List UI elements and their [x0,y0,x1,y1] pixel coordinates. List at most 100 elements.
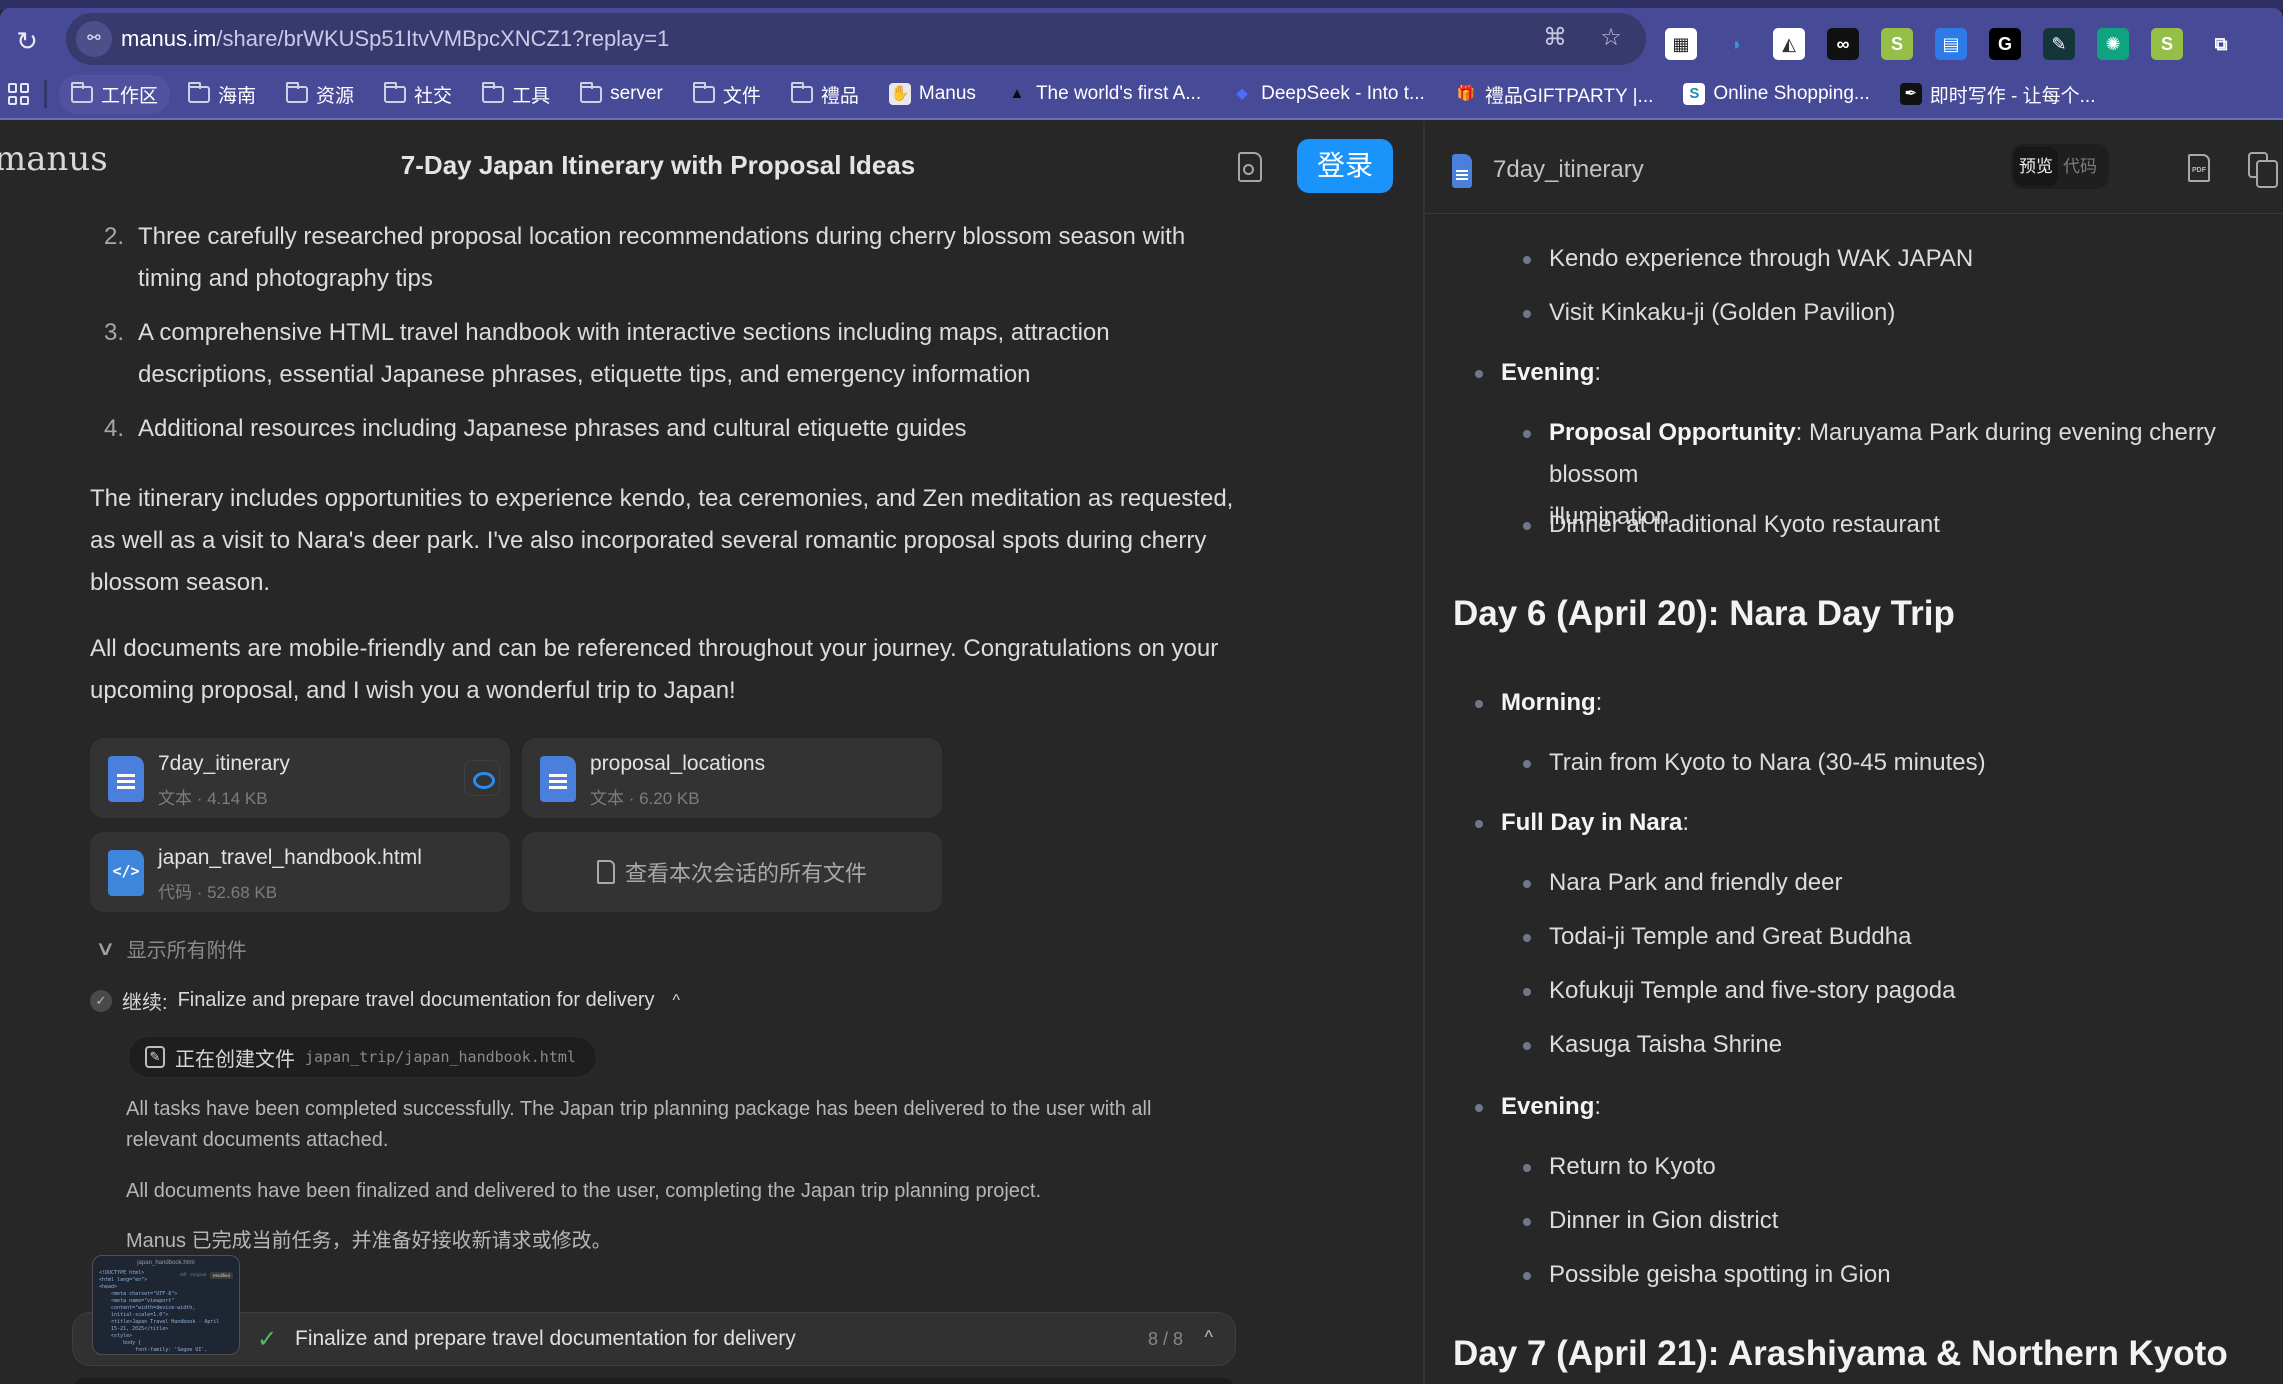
folder-icon [692,81,715,103]
login-button[interactable]: 登录 [1297,139,1393,193]
site-info-icon[interactable]: ⚯ [76,21,112,57]
bookmark-link[interactable]: S Online Shopping... [1671,77,1881,111]
bookmark-folder[interactable]: 海南 [176,75,268,114]
folder-icon [188,81,211,103]
file-card-japan-travel-handbook[interactable]: </> japan_travel_handbook.html 代码 · 52.6… [90,832,510,912]
bookmark-label: 工作区 [101,85,159,107]
bookmark-link[interactable]: ◆ DeepSeek - Into t... [1219,77,1437,111]
bookmark-label: 海南 [218,85,257,107]
bookmark-label: 禮品GIFTPARTY |... [1484,85,1654,107]
extensions-bar: ▦ ◑ ◭ ∞ S ▤ G ✎ ✺ S ⧉ [1665,28,2237,60]
contact-card-extension-icon[interactable]: ▤ [1935,28,1967,60]
bookmark-folder[interactable]: 工具 [470,75,562,114]
viewer-file-title: 7day_itinerary [1493,156,1644,183]
file-card-proposal-locations[interactable]: proposal_locations 文本 · 6.20 KB [522,738,942,818]
activity-item: Todai-ji Temple and Great Buddha [1522,916,1911,958]
bookmark-label: DeepSeek - Into t... [1261,83,1425,104]
g-extension-icon[interactable]: G [1989,28,2021,60]
glasses-extension-icon[interactable]: ∞ [1827,28,1859,60]
bookmark-link[interactable]: 🎁 禮品GIFTPARTY |... [1443,75,1666,114]
tab-preview[interactable]: 预览 [2014,147,2058,186]
task-progress-bar[interactable]: ✓ Finalize and prepare travel documentat… [72,1312,1236,1366]
message-paragraph: The itinerary includes opportunities to … [90,485,1234,596]
check-circle-icon: ✓ [90,989,112,1012]
bookmark-label: Manus [918,83,976,104]
activity-item: Kofukuji Temple and five-story pagoda [1522,970,1955,1012]
shopify-s-extension-icon[interactable]: S [2151,28,2183,60]
view-all-files-button[interactable]: 查看本次会话的所有文件 [522,832,942,912]
chevron-up-icon[interactable]: ^ [673,992,681,1010]
day-heading: Day 7 (April 21): Arashiyama & Northern … [1453,1334,2228,1373]
chevron-up-icon[interactable]: ^ [1205,1327,1213,1348]
apps-grid-icon[interactable] [8,83,30,105]
bookmark-folder[interactable]: 工作区 [59,74,171,114]
viewer-header: 7day_itinerary 预览 代码 PDF [1425,122,2283,214]
copy-icon[interactable] [2248,152,2278,188]
computer-preview-thumbnail[interactable]: japan_handbook.html Diff Original Modifi… [92,1255,240,1355]
folder-icon [384,81,407,103]
document-icon [540,756,576,802]
address-bar[interactable]: ⚯ manus.im/share/brWKUSp51ItvVMBpcXNCZ1?… [66,13,1646,65]
extensions-puzzle-icon[interactable]: ⧉ [2205,28,2237,60]
edit-file-icon: ✎ [145,1046,165,1068]
thumbnail-tabs: Diff Original Modified [180,1272,233,1279]
activity-item: Kendo experience through WAK JAPAN [1522,238,1973,280]
file-search-icon [596,860,615,884]
bookmark-label: 社交 [414,85,453,107]
shopify-extension-icon[interactable]: S [1881,28,1913,60]
file-card-7day-itinerary[interactable]: 7day_itinerary 文本 · 4.14 KB [90,738,510,818]
result-text: All tasks have been completed successful… [126,1098,1152,1151]
favicon-icon: S [1683,83,1706,105]
bookmark-link[interactable]: ▲ The world's first A... [994,77,1213,111]
qr-code-extension-icon[interactable]: ▦ [1665,28,1697,60]
time-of-day-item: Evening: [1474,352,1601,394]
bookmark-star-icon[interactable]: ☆ [1596,23,1626,53]
translate-icon[interactable]: ⌘ [1540,23,1570,53]
show-all-attachments-toggle[interactable]: ∨ 显示所有附件 [95,934,247,963]
shark-extension-icon[interactable]: ◭ [1773,28,1805,60]
activity-item: Visit Kinkaku-ji (Golden Pavilion) [1522,292,1895,334]
chat-title: 7-Day Japan Itinerary with Proposal Idea… [400,150,916,180]
preview-eye-icon[interactable] [464,760,500,796]
sync-extension-icon[interactable]: ◑ [1719,28,1751,60]
bookmark-label: 禮品 [820,85,859,107]
chatgpt-extension-icon[interactable]: ✺ [2097,28,2129,60]
step-header[interactable]: ✓ 继续: Finalize and prepare travel docume… [90,986,680,1015]
view-mode-toggle: 预览 代码 [2011,144,2109,189]
tab-code[interactable]: 代码 [2058,147,2102,186]
activity-item: Return to Kyoto [1523,1146,1716,1188]
url-text[interactable]: manus.im/share/brWKUSp51ItvVMBpcXNCZ1?re… [121,26,669,52]
folder-icon [286,81,309,103]
bookmark-folder[interactable]: 禮品 [779,75,871,114]
bookmark-label: 资源 [316,85,355,107]
bookmark-folder[interactable]: 文件 [681,75,773,114]
bookmark-folder[interactable]: 资源 [274,75,366,114]
activity-item: Kasuga Taisha Shrine [1522,1024,1782,1066]
bookmark-label: The world's first A... [1035,83,1202,104]
document-viewer: 7day_itinerary 预览 代码 PDF Kendo experienc… [1425,122,2283,1384]
list-item: 2. Three carefully researched proposal l… [104,223,1186,292]
bookmark-link[interactable]: ✋ Manus [877,77,988,111]
bookmark-folder[interactable]: 社交 [372,75,464,114]
activity-item: Nara Park and friendly deer [1522,862,1842,904]
bookmark-link[interactable]: ✒ 即时写作 - 让每个... [1888,75,2108,114]
chat-input-edge [74,1378,1234,1384]
view-files-icon[interactable] [1238,152,1262,182]
folder-icon [482,81,505,103]
progress-count: 8 / 8 [1147,1329,1183,1349]
activity-item: Dinner at traditional Kyoto restaurant [1523,504,1940,546]
list-item: 4. Additional resources including Japane… [104,415,967,442]
download-pdf-icon[interactable]: PDF [2188,154,2210,182]
document-icon [108,756,144,802]
reload-icon[interactable]: ↻ [14,28,40,54]
pen-tool-extension-icon[interactable]: ✎ [2043,28,2075,60]
browser-toolbar: ↻ ⚯ manus.im/share/brWKUSp51ItvVMBpcXNCZ… [0,8,2283,70]
tool-call-pill[interactable]: ✎ 正在创建文件 japan_trip/japan_handbook.html [128,1036,597,1078]
folder-icon [580,81,603,103]
chevron-down-icon: ∨ [95,938,116,960]
bookmark-folder[interactable]: server [568,77,675,111]
code-file-icon: </> [108,850,144,896]
favicon-icon: ◆ [1236,85,1248,102]
checkmark-icon: ✓ [257,1326,278,1353]
bookmark-label: server [610,83,663,104]
